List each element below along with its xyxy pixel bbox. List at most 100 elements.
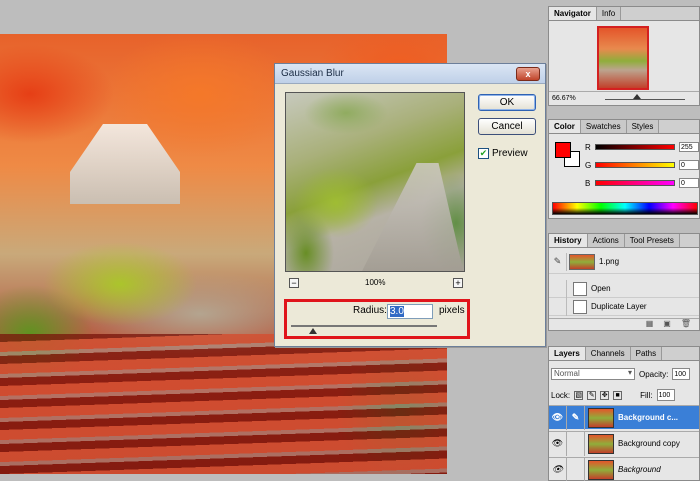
green-channel-slider[interactable] xyxy=(595,162,675,168)
blend-mode-select[interactable]: Normal xyxy=(551,368,635,380)
opacity-label: Opacity: xyxy=(639,369,669,379)
history-tabs: History Actions Tool Presets xyxy=(549,234,699,248)
layers-panel: Layers Channels Paths Normal Opacity: 10… xyxy=(548,346,700,481)
history-snapshot-row[interactable]: ✎ 1.png xyxy=(549,250,699,274)
blue-channel-label: B xyxy=(585,178,591,188)
color-panel: Color Swatches Styles R 255 G 0 B 0 xyxy=(548,119,700,219)
lock-position-icon[interactable]: ✥ xyxy=(600,390,610,400)
new-document-icon[interactable]: ▣ xyxy=(663,319,671,330)
eye-icon[interactable]: 👁 xyxy=(549,405,567,430)
preview-zoom-level: 100% xyxy=(365,278,386,287)
link-slot[interactable] xyxy=(567,431,585,456)
preview-stone-path xyxy=(356,163,464,271)
green-channel-value[interactable]: 0 xyxy=(679,160,699,170)
fill-input[interactable]: 100 xyxy=(656,389,675,401)
radius-label: Radius: xyxy=(353,305,387,316)
layer-background[interactable]: 👁 Background xyxy=(549,457,699,481)
layers-tabs: Layers Channels Paths xyxy=(549,347,699,361)
lock-transparency-icon[interactable]: ▧ xyxy=(574,390,584,400)
new-snapshot-icon[interactable]: ▦ xyxy=(646,319,654,330)
navigator-zoom-bar: 66.67% xyxy=(549,91,699,105)
layer-background-copy-2[interactable]: 👁 ✎ Background c... xyxy=(549,405,699,430)
green-channel-label: G xyxy=(585,160,592,170)
history-source-icon[interactable] xyxy=(549,279,567,298)
navigator-thumbnail[interactable] xyxy=(597,26,649,90)
blue-channel-slider[interactable] xyxy=(595,180,675,186)
lock-paint-icon[interactable]: ✎ xyxy=(587,390,597,400)
zoom-out-button[interactable]: − xyxy=(289,278,299,288)
tab-tool-presets[interactable]: Tool Presets xyxy=(624,234,680,247)
layer-thumbnail xyxy=(588,407,614,428)
lock-label: Lock: xyxy=(551,390,571,400)
ok-button[interactable]: OK xyxy=(478,94,536,111)
trash-icon[interactable]: 🗑 xyxy=(681,319,691,330)
blue-channel-row: B 0 xyxy=(585,178,699,188)
dialog-title: Gaussian Blur xyxy=(281,68,344,79)
layer-name: Background xyxy=(618,465,661,474)
radius-input[interactable]: 3.0 xyxy=(387,304,433,319)
history-step-icon xyxy=(573,299,587,314)
stone-steps xyxy=(0,334,447,474)
navigator-zoom-value[interactable]: 66.67% xyxy=(552,95,576,102)
brush-icon[interactable]: ✎ xyxy=(567,405,585,430)
preview-checkbox-label: Preview xyxy=(492,148,528,159)
radius-slider-knob[interactable] xyxy=(309,328,317,334)
link-slot[interactable] xyxy=(567,457,585,481)
radius-slider-track[interactable] xyxy=(291,325,437,327)
layer-thumbnail xyxy=(588,433,614,454)
snapshot-label: 1.png xyxy=(599,257,620,266)
green-channel-row: G 0 xyxy=(585,160,699,170)
lock-all-icon[interactable]: ■ xyxy=(613,390,623,400)
layer-thumbnail xyxy=(588,459,614,480)
preview-checkbox-row[interactable]: ✔ Preview xyxy=(478,148,528,159)
zoom-in-button[interactable]: + xyxy=(453,278,463,288)
radius-value: 3.0 xyxy=(390,306,404,317)
tab-history[interactable]: History xyxy=(549,234,588,247)
layer-name: Background c... xyxy=(618,413,679,422)
navigator-zoom-knob[interactable] xyxy=(633,94,641,99)
red-channel-row: R 255 xyxy=(585,142,699,152)
gaussian-blur-dialog: Gaussian Blur x − 100% + OK Cancel ✔ Pre… xyxy=(274,63,546,347)
preview-checkbox[interactable]: ✔ xyxy=(478,148,489,159)
fill-label: Fill: xyxy=(640,390,653,400)
history-step-label: Open xyxy=(591,284,611,293)
tab-styles[interactable]: Styles xyxy=(626,120,660,133)
history-step-icon xyxy=(573,281,587,296)
tab-navigator[interactable]: Navigator xyxy=(549,7,597,20)
close-button[interactable]: x xyxy=(516,67,540,81)
navigator-panel: Navigator Info 66.67% xyxy=(548,6,700,106)
history-footer: ▦ ▣ 🗑 xyxy=(549,318,699,330)
tab-info[interactable]: Info xyxy=(596,7,622,20)
history-step-open[interactable]: Open xyxy=(549,279,699,298)
blend-opacity-row: Normal Opacity: 100 xyxy=(551,367,700,381)
tab-swatches[interactable]: Swatches xyxy=(580,120,627,133)
tab-layers[interactable]: Layers xyxy=(549,347,586,360)
red-channel-slider[interactable] xyxy=(595,144,675,150)
color-tabs: Color Swatches Styles xyxy=(549,120,699,134)
eye-icon[interactable]: 👁 xyxy=(549,431,567,456)
navigator-zoom-slider[interactable] xyxy=(605,99,685,100)
radius-unit-label: pixels xyxy=(439,305,465,316)
history-brush-icon[interactable]: ✎ xyxy=(549,252,567,271)
tab-color[interactable]: Color xyxy=(549,120,581,133)
blur-preview-window[interactable] xyxy=(285,92,465,272)
red-channel-value[interactable]: 255 xyxy=(679,142,699,152)
blue-channel-value[interactable]: 0 xyxy=(679,178,699,188)
color-spectrum-ramp[interactable] xyxy=(552,202,698,215)
history-step-duplicate[interactable]: Duplicate Layer xyxy=(549,297,699,316)
red-channel-label: R xyxy=(585,142,591,152)
eye-icon[interactable]: 👁 xyxy=(549,457,567,481)
layer-background-copy[interactable]: 👁 Background copy xyxy=(549,431,699,456)
layer-name: Background copy xyxy=(618,439,680,448)
foreground-color-swatch[interactable] xyxy=(555,142,571,158)
navigator-tabs: Navigator Info xyxy=(549,7,699,21)
opacity-input[interactable]: 100 xyxy=(672,368,691,380)
temple-roof xyxy=(70,124,180,204)
tab-actions[interactable]: Actions xyxy=(587,234,625,247)
dialog-titlebar[interactable]: Gaussian Blur xyxy=(275,64,545,84)
tab-channels[interactable]: Channels xyxy=(585,347,631,360)
snapshot-thumbnail xyxy=(569,253,595,270)
history-source-icon[interactable] xyxy=(549,297,567,316)
tab-paths[interactable]: Paths xyxy=(630,347,663,360)
cancel-button[interactable]: Cancel xyxy=(478,118,536,135)
